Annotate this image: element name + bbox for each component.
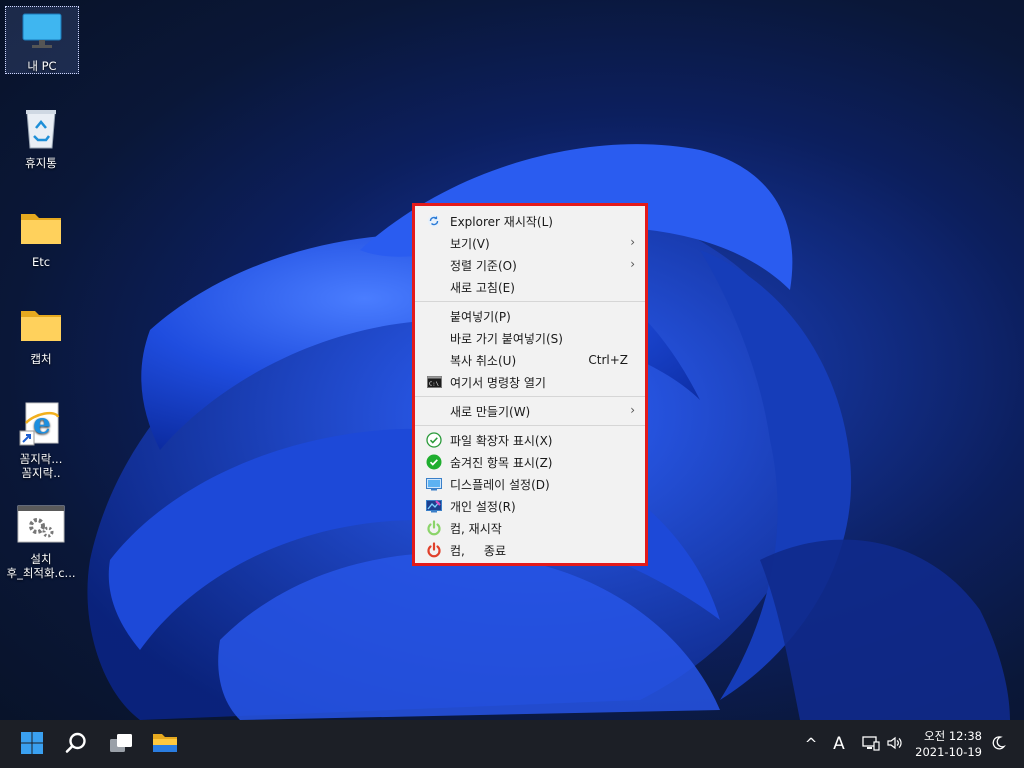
search-button[interactable] bbox=[60, 728, 92, 760]
menu-item-label: 붙여넣기(P) bbox=[450, 309, 511, 324]
desktop-context-menu: Explorer 재시작(L) 보기(V) › 정렬 기준(O) › 새로 고침… bbox=[412, 203, 648, 566]
file-explorer-icon bbox=[152, 731, 178, 758]
search-icon bbox=[64, 731, 88, 758]
menu-item-shutdown-pc[interactable]: 컴, 종료 bbox=[415, 539, 645, 561]
menu-item-show-file-extensions[interactable]: 파일 확장자 표시(X) bbox=[415, 429, 645, 451]
menu-item-label: 바로 가기 붙여넣기(S) bbox=[450, 331, 563, 346]
desktop-icon-ie-shortcut[interactable]: e 꼼지락... 꼼지락.. bbox=[5, 400, 77, 480]
desktop-icon-label: 후_최적화.c... bbox=[6, 566, 76, 580]
menu-item-label: 숨겨진 항목 표시(Z) bbox=[450, 455, 553, 470]
menu-item-restart-pc[interactable]: 컴, 재시작 bbox=[415, 517, 645, 539]
menu-item-new[interactable]: 새로 만들기(W) › bbox=[415, 400, 645, 422]
menu-item-paste[interactable]: 붙여넣기(P) bbox=[415, 305, 645, 327]
desktop-icon-label: Etc bbox=[31, 255, 51, 269]
monitor-icon bbox=[18, 7, 66, 55]
show-hidden-icons-button[interactable]: ^ bbox=[800, 720, 822, 768]
menu-separator bbox=[415, 425, 645, 426]
menu-item-label: 컴, 재시작 bbox=[450, 521, 502, 536]
menu-item-display-settings[interactable]: 디스플레이 설정(D) bbox=[415, 473, 645, 495]
power-red-icon bbox=[426, 542, 442, 558]
menu-item-explorer-restart[interactable]: Explorer 재시작(L) bbox=[415, 210, 645, 232]
personalize-icon bbox=[426, 498, 442, 514]
menu-item-label: 새로 고침(E) bbox=[450, 280, 515, 295]
settings-gears-icon bbox=[17, 500, 65, 548]
menu-item-label: 새로 만들기(W) bbox=[450, 404, 531, 419]
chevron-right-icon: › bbox=[630, 257, 635, 271]
menu-item-open-command-prompt[interactable]: C:\ 여기서 명령창 열기 bbox=[415, 371, 645, 393]
menu-item-view[interactable]: 보기(V) › bbox=[415, 232, 645, 254]
check-circle-filled-icon bbox=[426, 454, 442, 470]
folder-icon bbox=[17, 203, 65, 251]
display-icon bbox=[426, 476, 442, 492]
menu-item-shortcut: Ctrl+Z bbox=[588, 353, 628, 367]
desktop-icon-this-pc[interactable]: 내 PC bbox=[5, 6, 79, 74]
desktop-icon-label: 꼼지락... bbox=[19, 452, 63, 466]
menu-item-show-hidden-items[interactable]: 숨겨진 항목 표시(Z) bbox=[415, 451, 645, 473]
menu-item-sort-by[interactable]: 정렬 기준(O) › bbox=[415, 254, 645, 276]
desktop-icon-label: 설치 bbox=[30, 552, 52, 566]
check-circle-outline-icon bbox=[426, 432, 442, 448]
desktop-icon-label: 캡처 bbox=[30, 352, 52, 366]
command-prompt-icon: C:\ bbox=[426, 374, 442, 390]
start-icon bbox=[20, 731, 44, 758]
desktop-icon-etc-folder[interactable]: Etc bbox=[5, 203, 77, 269]
menu-item-label: 정렬 기준(O) bbox=[450, 258, 517, 273]
input-method-label: A bbox=[833, 734, 845, 754]
svg-text:C:\: C:\ bbox=[429, 382, 439, 388]
desktop-icon-optimize-script[interactable]: 설치 후_최적화.c... bbox=[5, 500, 77, 580]
menu-item-label: 개인 설정(R) bbox=[450, 499, 516, 514]
desktop-icon-capture-folder[interactable]: 캡처 bbox=[5, 300, 77, 366]
task-view-button[interactable] bbox=[105, 728, 137, 760]
power-green-icon bbox=[426, 520, 442, 536]
menu-item-label: 여기서 명령창 열기 bbox=[450, 375, 546, 390]
menu-item-label: 컴, 종료 bbox=[450, 543, 507, 558]
menu-item-undo-copy[interactable]: 복사 취소(U) Ctrl+Z bbox=[415, 349, 645, 371]
desktop-icon-recycle-bin[interactable]: 휴지통 bbox=[5, 104, 77, 170]
network-button[interactable] bbox=[860, 720, 882, 768]
notifications-button[interactable] bbox=[987, 720, 1009, 768]
folder-icon bbox=[17, 300, 65, 348]
moon-icon bbox=[990, 735, 1006, 754]
chevron-right-icon: › bbox=[630, 235, 635, 249]
internet-explorer-shortcut-icon: e bbox=[17, 400, 65, 448]
task-view-icon bbox=[108, 731, 134, 758]
desktop-icon-label: 휴지통 bbox=[25, 156, 57, 170]
menu-item-personalize[interactable]: 개인 설정(R) bbox=[415, 495, 645, 517]
clock-time: 오전 12:38 bbox=[924, 729, 982, 743]
taskbar: ^ A 오전 12:38 2021-10-19 bbox=[0, 720, 1024, 768]
clock-date: 2021-10-19 bbox=[915, 745, 982, 759]
input-indicator[interactable]: A bbox=[828, 720, 850, 768]
menu-item-label: 디스플레이 설정(D) bbox=[450, 477, 550, 492]
clock[interactable]: 오전 12:38 2021-10-19 bbox=[892, 728, 982, 760]
network-icon bbox=[862, 735, 880, 754]
chevron-up-icon: ^ bbox=[804, 735, 818, 753]
menu-item-refresh[interactable]: 새로 고침(E) bbox=[415, 276, 645, 298]
menu-item-label: 파일 확장자 표시(X) bbox=[450, 433, 553, 448]
menu-separator bbox=[415, 396, 645, 397]
desktop-icon-label: 꼼지락.. bbox=[21, 466, 61, 480]
recycle-bin-icon bbox=[17, 104, 65, 152]
refresh-icon bbox=[426, 213, 442, 229]
menu-item-paste-shortcut[interactable]: 바로 가기 붙여넣기(S) bbox=[415, 327, 645, 349]
start-button[interactable] bbox=[16, 728, 48, 760]
menu-item-label: 복사 취소(U) bbox=[450, 353, 517, 368]
chevron-right-icon: › bbox=[630, 403, 635, 417]
menu-separator bbox=[415, 301, 645, 302]
desktop-icon-label: 내 PC bbox=[27, 59, 57, 73]
file-explorer-button[interactable] bbox=[149, 728, 181, 760]
menu-item-label: 보기(V) bbox=[450, 236, 490, 251]
menu-item-label: Explorer 재시작(L) bbox=[450, 214, 553, 229]
